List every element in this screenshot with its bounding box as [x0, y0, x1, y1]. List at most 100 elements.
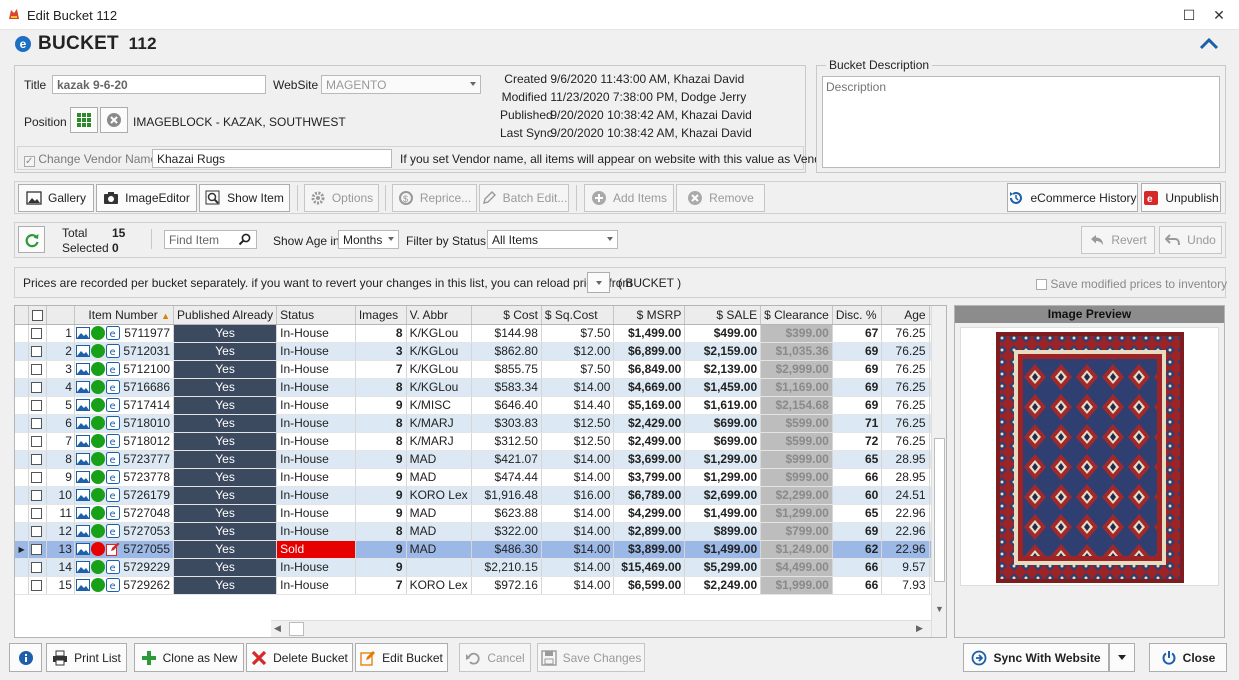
position-grid-button[interactable] [70, 107, 98, 133]
gallery-button[interactable]: Gallery [18, 184, 94, 212]
table-row[interactable]: 11 e 5727048 Yes In-House 9 MAD $623.88 $14.00 $4… [15, 504, 946, 523]
cell-disc[interactable]: 66 [832, 576, 883, 595]
cell-published[interactable]: Yes [173, 360, 278, 379]
row-checkbox[interactable] [28, 486, 48, 505]
cell-images[interactable]: 8 [355, 414, 407, 433]
image-editor-button[interactable]: ImageEditor [96, 184, 197, 212]
cell-cost[interactable]: $474.44 [471, 468, 542, 487]
show-item-button[interactable]: Show Item [199, 184, 290, 212]
cell-images[interactable]: 9 [355, 558, 407, 577]
cell-msrp[interactable]: $4,299.00 [613, 504, 686, 523]
cell-sale[interactable]: $1,299.00 [684, 450, 762, 469]
cell-status[interactable]: Sold [276, 540, 356, 559]
cell-clearance[interactable]: $599.00 [760, 432, 833, 451]
image-icon[interactable] [75, 326, 90, 340]
row-checkbox[interactable] [28, 468, 48, 487]
image-icon[interactable] [75, 470, 90, 484]
cell-vabbr[interactable]: K/KGLou [406, 324, 472, 343]
cell-images[interactable]: 9 [355, 540, 407, 559]
cell-msrp[interactable]: $6,899.00 [613, 342, 686, 361]
table-row[interactable]: 15 e 5729262 Yes In-House 7 KORO Lex $972.16 $14… [15, 576, 946, 595]
cell-msrp[interactable]: $1,499.00 [613, 324, 686, 343]
cell-item-number[interactable]: e 5717414 [74, 396, 175, 415]
cell-disc[interactable]: 65 [832, 450, 883, 469]
cell-sale[interactable]: $1,499.00 [684, 540, 762, 559]
image-icon[interactable] [75, 380, 90, 394]
cell-age[interactable]: 76.25 [881, 432, 930, 451]
cell-item-number[interactable]: e 5712031 [74, 342, 175, 361]
cell-sale[interactable]: $1,459.00 [684, 378, 762, 397]
cell-published[interactable]: Yes [173, 396, 278, 415]
row-checkbox[interactable] [28, 540, 48, 559]
table-row[interactable]: 7 e 5718012 Yes In-House 8 K/MARJ $312.50 $12.50… [15, 432, 946, 451]
cell-sale[interactable]: $1,499.00 [684, 504, 762, 523]
info-button[interactable] [9, 643, 42, 672]
cell-msrp[interactable]: $6,849.00 [613, 360, 686, 379]
cell-item-number[interactable]: e 5727048 [74, 504, 175, 523]
cell-published[interactable]: Yes [173, 540, 278, 559]
remove-button[interactable]: Remove [676, 184, 765, 212]
cell-item-number[interactable]: e 5723777 [74, 450, 175, 469]
cell-images[interactable]: 8 [355, 522, 407, 541]
cell-disc[interactable]: 66 [832, 558, 883, 577]
unpublish-button[interactable]: e Unpublish [1141, 183, 1221, 212]
cell-published[interactable]: Yes [173, 522, 278, 541]
cell-sqcost[interactable]: $14.40 [541, 396, 615, 415]
cell-clearance[interactable]: $2,299.00 [760, 486, 833, 505]
cell-status[interactable]: In-House [276, 504, 356, 523]
cell-images[interactable]: 9 [355, 468, 407, 487]
cell-vabbr[interactable]: K/KGLou [406, 378, 472, 397]
batch-edit-button[interactable]: Batch Edit... [479, 184, 569, 212]
image-icon[interactable] [75, 542, 90, 556]
col-images[interactable]: Images [355, 306, 407, 325]
edit-bucket-button[interactable]: Edit Bucket [355, 643, 448, 672]
cell-images[interactable]: 9 [355, 450, 407, 469]
cell-cost[interactable]: $303.83 [471, 414, 542, 433]
cell-msrp[interactable]: $6,789.00 [613, 486, 686, 505]
cell-cost[interactable]: $646.40 [471, 396, 542, 415]
cancel-button[interactable]: Cancel [459, 643, 531, 672]
cell-cost[interactable]: $144.98 [471, 324, 542, 343]
cell-images[interactable]: 9 [355, 396, 407, 415]
cell-clearance[interactable]: $1,035.36 [760, 342, 833, 361]
cell-published[interactable]: Yes [173, 468, 278, 487]
col-sqcost[interactable]: $ Sq.Cost [541, 306, 615, 325]
table-row[interactable]: 8 e 5723777 Yes In-House 9 MAD $421.07 $14.00 $3,… [15, 450, 946, 469]
cell-clearance[interactable]: $4,499.00 [760, 558, 833, 577]
horizontal-scrollbar[interactable]: ◀ ▶ [271, 620, 931, 637]
table-row[interactable]: 5 e 5717414 Yes In-House 9 K/MISC $646.40 $14.40… [15, 396, 946, 415]
cell-sale[interactable]: $2,139.00 [684, 360, 762, 379]
cell-msrp[interactable]: $15,469.00 [613, 558, 686, 577]
cell-age[interactable]: 22.96 [881, 540, 930, 559]
cell-published[interactable]: Yes [173, 342, 278, 361]
cell-images[interactable]: 7 [355, 360, 407, 379]
cell-sqcost[interactable]: $7.50 [541, 360, 615, 379]
row-checkbox[interactable] [28, 504, 48, 523]
reprice-button[interactable]: $ Reprice... [392, 184, 477, 212]
cell-disc[interactable]: 60 [832, 486, 883, 505]
cell-sqcost[interactable]: $14.00 [541, 522, 615, 541]
ecommerce-icon[interactable]: e [105, 326, 120, 341]
print-list-button[interactable]: Print List [46, 643, 127, 672]
cell-item-number[interactable]: e 5718010 [74, 414, 175, 433]
cell-age[interactable]: 22.96 [881, 504, 930, 523]
cell-sale[interactable]: $1,619.00 [684, 396, 762, 415]
save-prices-checkbox[interactable]: Save modified prices to inventory [1036, 277, 1227, 291]
scroll-left-icon[interactable]: ◀ [274, 623, 281, 634]
cell-vabbr[interactable]: MAD [406, 540, 472, 559]
cell-sale[interactable]: $699.00 [684, 432, 762, 451]
col-cost[interactable]: $ Cost [471, 306, 542, 325]
row-checkbox[interactable] [28, 558, 48, 577]
cell-vabbr[interactable]: K/MARJ [406, 432, 472, 451]
image-icon[interactable] [75, 362, 90, 376]
cell-cost[interactable]: $322.00 [471, 522, 542, 541]
cell-vabbr[interactable]: K/MISC [406, 396, 472, 415]
row-checkbox[interactable] [28, 576, 48, 595]
cell-images[interactable]: 7 [355, 576, 407, 595]
ecommerce-icon[interactable]: e [105, 524, 120, 539]
col-item-number[interactable]: Item Number ▲ [74, 306, 175, 325]
cell-vabbr[interactable] [406, 558, 472, 577]
cell-images[interactable]: 8 [355, 378, 407, 397]
cell-item-number[interactable]: e 5716686 [74, 378, 175, 397]
image-icon[interactable] [75, 434, 90, 448]
